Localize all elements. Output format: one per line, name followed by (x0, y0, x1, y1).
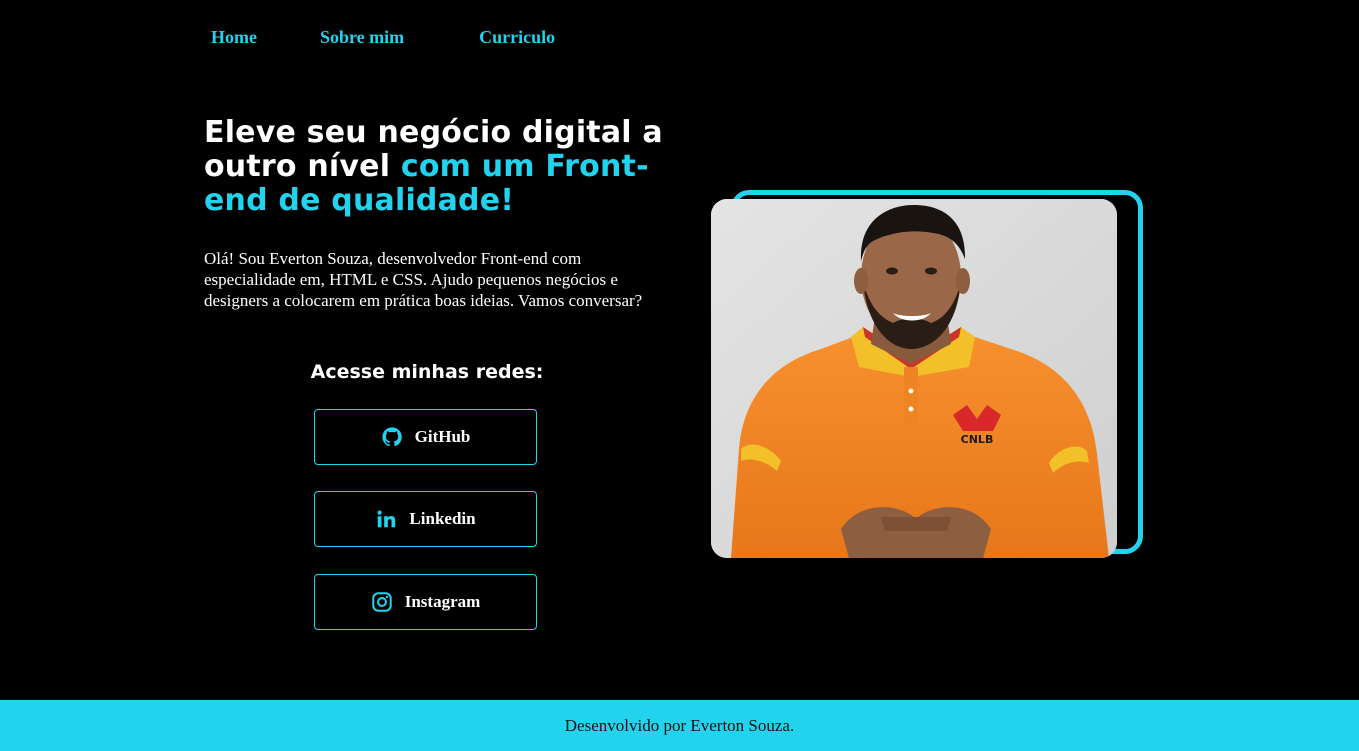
social-title: Acesse minhas redes: (310, 361, 544, 383)
profile-photo: CNLB (711, 199, 1117, 558)
instagram-label: Instagram (404, 592, 481, 611)
github-button[interactable]: GitHub (314, 409, 537, 465)
instagram-icon (371, 591, 393, 613)
nav-curriculo-link[interactable]: Curriculo (479, 27, 555, 48)
linkedin-button[interactable]: Linkedin (314, 491, 537, 547)
shirt-logo-text: CNLB (961, 433, 994, 446)
hero-headline: Eleve seu negócio digital a outro nível … (204, 116, 674, 218)
nav-sobre-mim-link[interactable]: Sobre mim (320, 27, 404, 48)
github-label: GitHub (414, 427, 471, 446)
linkedin-icon (375, 508, 397, 530)
main-nav: Home Sobre mim Curriculo (211, 27, 555, 48)
footer-text: Desenvolvido por Everton Souza. (564, 715, 795, 735)
github-icon (381, 426, 403, 448)
page-footer: Desenvolvido por Everton Souza. (0, 700, 1359, 751)
intro-text: Olá! Sou Everton Souza, desenvolvedor Fr… (204, 249, 643, 310)
instagram-button[interactable]: Instagram (314, 574, 537, 630)
linkedin-label: Linkedin (409, 509, 476, 528)
nav-home-link[interactable]: Home (211, 27, 257, 48)
